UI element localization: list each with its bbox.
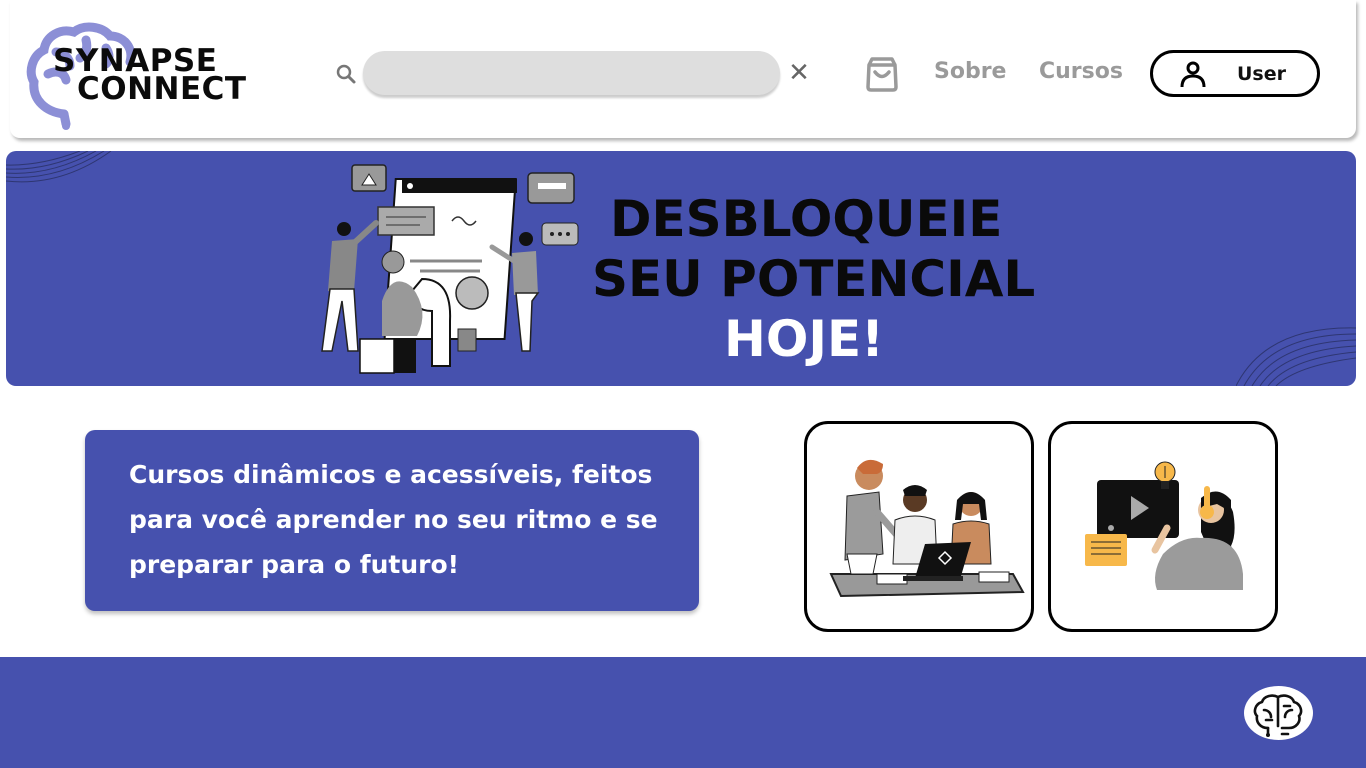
description-card: Cursos dinâmicos e acessíveis, feitos pa… — [85, 430, 699, 611]
shopping-bag-icon[interactable] — [863, 55, 901, 93]
search-input[interactable] — [363, 51, 780, 95]
brain-icon — [1253, 694, 1303, 737]
decorative-lines-bottom-right — [1236, 327, 1356, 386]
user-button-label: User — [1237, 63, 1286, 85]
header: SYNAPSE CONNECT ✕ Sobre Cursos User — [10, 0, 1356, 138]
hero-banner: DESBLOQUEIE SEU POTENCIAL HOJE! — [6, 151, 1356, 386]
hero-title-line2: SEU POTENCIAL — [592, 250, 1036, 308]
nav-link-sobre[interactable]: Sobre — [934, 59, 1006, 84]
students-with-laptop-illustration — [829, 459, 1025, 598]
footer-logo[interactable] — [1244, 686, 1313, 740]
user-icon — [1180, 61, 1206, 88]
logo[interactable]: SYNAPSE CONNECT — [26, 22, 266, 130]
hero-title-line1: DESBLOQUEIE — [610, 190, 1003, 248]
clear-search-icon[interactable]: ✕ — [786, 60, 812, 86]
hero-title-line3: HOJE! — [724, 310, 884, 368]
footer — [0, 657, 1366, 768]
course-card-students[interactable] — [804, 421, 1034, 632]
search-icon[interactable] — [334, 62, 358, 86]
online-video-class-illustration — [1085, 461, 1243, 590]
decorative-lines-top-left — [6, 151, 112, 183]
nav-link-cursos[interactable]: Cursos — [1039, 59, 1123, 84]
team-collaboration-illustration — [321, 164, 579, 374]
user-button[interactable]: User — [1150, 50, 1320, 97]
logo-text-connect: CONNECT — [77, 71, 247, 107]
description-text: Cursos dinâmicos e acessíveis, feitos pa… — [129, 460, 658, 579]
course-card-online[interactable] — [1048, 421, 1278, 632]
